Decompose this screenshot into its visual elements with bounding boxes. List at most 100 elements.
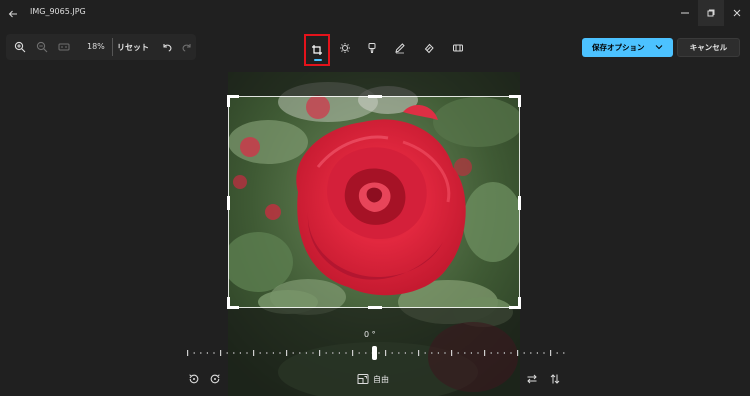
crop-handle-right[interactable] [518,196,521,210]
crop-frame[interactable] [227,95,521,309]
cancel-button[interactable]: キャンセル [677,38,740,57]
slider-tick [523,352,525,354]
slider-tick [325,352,327,354]
slider-tick [411,352,413,354]
slider-tick [332,352,334,354]
crop-tool-button[interactable] [304,34,330,66]
crop-handle-bottom[interactable] [368,306,382,309]
aspect-ratio-icon [357,374,369,384]
slider-tick [530,352,532,354]
divider [112,38,113,56]
slider-tick [187,350,189,356]
rotate-left-button[interactable] [185,370,203,388]
zoom-in-button[interactable] [11,38,29,56]
redo-icon [182,44,191,52]
crop-controls: 自由 [0,370,750,390]
crop-icon [312,45,322,55]
slider-tick [563,352,565,354]
slider-tick [378,352,380,354]
actual-size-icon [58,43,70,51]
erase-tool-button[interactable] [418,37,440,59]
minimize-button[interactable] [672,0,698,26]
adjust-tool-button[interactable] [334,37,356,59]
slider-tick [352,350,354,356]
slider-tick [220,350,222,356]
crop-handle-top-left-v[interactable] [227,95,230,107]
chevron-down-icon [655,45,663,50]
pen-icon [395,43,405,54]
slider-tick [444,352,446,354]
flip-vertical-icon [550,374,560,384]
back-button[interactable] [4,5,22,23]
slider-tick [272,352,274,354]
slider-tick [319,350,321,356]
dim-region-top [228,72,520,96]
slider-tick [253,350,255,356]
slider-tick [292,352,294,354]
slider-tick [490,352,492,354]
filter-tool-button[interactable] [361,37,383,59]
slider-tick [477,352,479,354]
slider-tick [239,352,241,354]
crop-handle-top[interactable] [368,95,382,98]
cancel-label: キャンセル [689,43,728,52]
slider-tick [484,350,486,356]
crop-handle-top-right-v[interactable] [518,95,521,107]
zoom-out-button[interactable] [33,38,51,56]
zoom-out-icon [36,41,48,53]
slider-tick [543,352,545,354]
slider-tick [391,352,393,354]
eraser-icon [424,43,434,54]
rotation-angle-label: 0 ° [364,330,376,339]
slider-tick [206,352,208,354]
crop-handle-bottom-right-v[interactable] [518,297,521,309]
slider-tick [503,352,505,354]
slider-tick [226,352,228,354]
crop-handle-left[interactable] [227,196,230,210]
flip-horizontal-button[interactable] [523,370,541,388]
active-indicator [314,59,322,61]
restore-button[interactable] [698,0,724,26]
zoom-level[interactable]: 18% [87,42,105,51]
slider-tick [213,352,215,354]
slider-tick [299,352,301,354]
crop-handle-bottom-left-v[interactable] [227,297,230,309]
zoom-controls: 18% リセット [6,34,196,60]
aspect-ratio-button[interactable]: 自由 [357,371,389,387]
rotate-right-button[interactable] [206,370,224,388]
slider-tick [312,352,314,354]
close-icon [733,9,741,17]
save-options-button[interactable]: 保存オプション [582,38,673,57]
slider-tick [233,352,235,354]
slider-tick [464,352,466,354]
slider-thumb[interactable] [372,346,377,360]
slider-tick [345,352,347,354]
slider-tick [451,350,453,356]
reset-button[interactable]: リセット [117,42,149,53]
close-button[interactable] [724,0,750,26]
title-bar: IMG_9065.JPG [0,0,750,28]
slider-tick [385,350,387,356]
slider-tick [193,352,195,354]
rotate-left-icon [189,374,199,384]
redo-button[interactable] [178,38,196,56]
background-icon [453,44,463,52]
undo-button[interactable] [158,38,176,56]
flip-vertical-button[interactable] [546,370,564,388]
slider-tick [437,352,439,354]
back-arrow-icon [8,10,17,18]
slider-tick [497,352,499,354]
slider-tick [338,352,340,354]
slider-tick [246,352,248,354]
background-tool-button[interactable] [447,37,469,59]
slider-tick [510,352,512,354]
slider-tick [424,352,426,354]
actual-size-button[interactable] [55,38,73,56]
straighten-slider[interactable] [185,345,565,361]
aspect-ratio-label: 自由 [373,374,389,384]
slider-tick [556,352,558,354]
slider-tick [200,352,202,354]
markup-tool-button[interactable] [389,37,411,59]
filter-icon [368,43,376,53]
slider-tick [418,350,420,356]
